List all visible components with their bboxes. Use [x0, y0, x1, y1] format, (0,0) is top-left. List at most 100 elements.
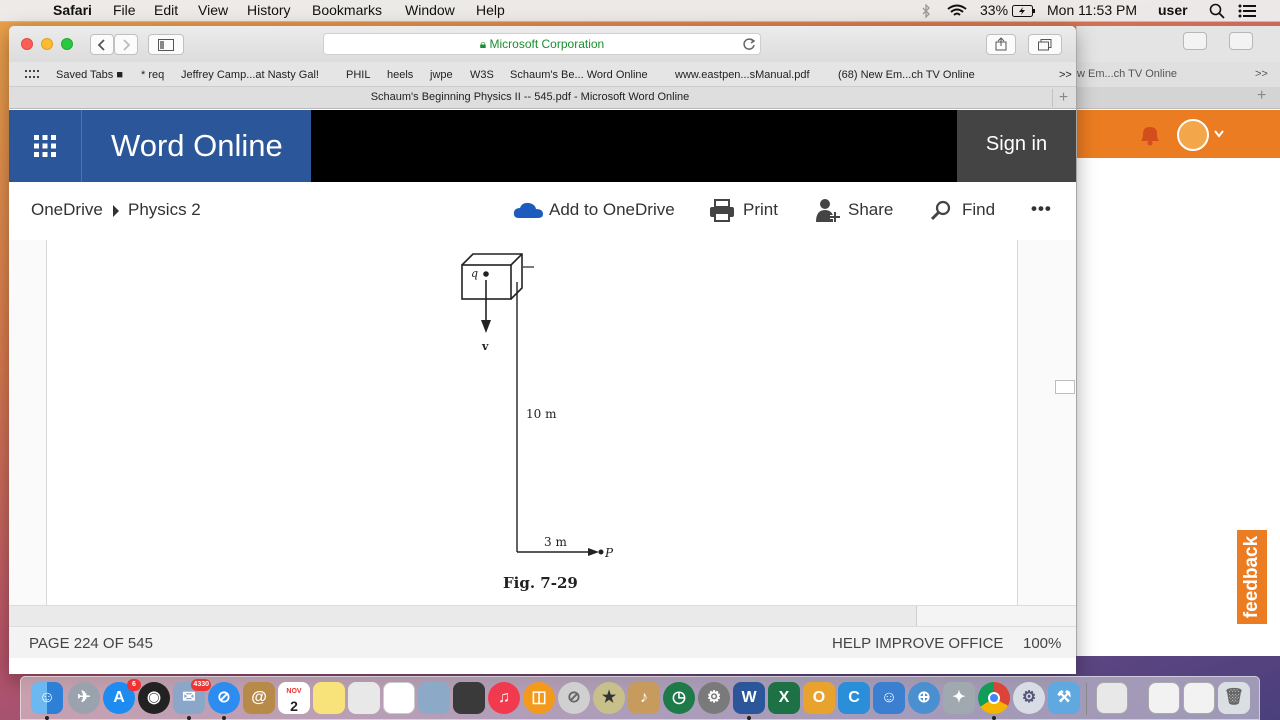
- photos-icon[interactable]: [418, 682, 450, 714]
- bookmarks-overflow[interactable]: >>: [1059, 69, 1072, 81]
- active-tab-title[interactable]: Schaum's Beginning Physics II -- 545.pdf…: [9, 91, 1051, 103]
- user-avatar[interactable]: [1177, 119, 1209, 151]
- disk-utility-icon[interactable]: ⚙︎: [1013, 682, 1045, 714]
- bookmark-item[interactable]: Jeffrey Camp...at Nasty Gal!: [181, 69, 319, 81]
- show-tabs-button[interactable]: [1028, 34, 1062, 55]
- battery-percent: 33%: [980, 2, 1009, 18]
- bg-add-tab-button[interactable]: +: [1257, 87, 1266, 105]
- app-launcher-button[interactable]: [9, 110, 81, 182]
- word-icon[interactable]: W: [733, 682, 765, 714]
- horizontal-scroll-thumb[interactable]: [9, 606, 917, 626]
- bookmark-item[interactable]: * req: [141, 69, 164, 81]
- share-page-button[interactable]: [986, 34, 1016, 55]
- menu-file[interactable]: File: [113, 2, 136, 18]
- bookmark-item[interactable]: Schaum's Be... Word Online: [510, 69, 648, 81]
- messenger-icon[interactable]: ☺︎: [873, 682, 905, 714]
- menu-bookmarks[interactable]: Bookmarks: [312, 2, 382, 18]
- bookmark-saved-tabs[interactable]: Saved Tabs ■: [56, 69, 123, 81]
- feedback-tab[interactable]: feedback: [1235, 528, 1269, 626]
- mail-icon[interactable]: ✉︎ 4330: [173, 679, 211, 714]
- wifi-icon[interactable]: [947, 4, 967, 18]
- menu-edit[interactable]: Edit: [154, 2, 178, 18]
- photo-booth-icon[interactable]: [453, 682, 485, 714]
- bg-bookmarks-overflow[interactable]: >>: [1255, 68, 1268, 80]
- xcode-icon[interactable]: ⚒︎: [1048, 682, 1080, 714]
- menu-history[interactable]: History: [247, 2, 291, 18]
- document-viewport[interactable]: q v 10 m 3 m P Fig. 7-29: [9, 240, 1076, 605]
- vertical-scroll-thumb[interactable]: [1055, 380, 1075, 394]
- command-bar: OneDrive Physics 2 Add to OneDrive Print: [9, 182, 1076, 240]
- garageband-icon[interactable]: ♪: [628, 682, 660, 714]
- launchpad-icon[interactable]: ✈︎: [68, 682, 100, 714]
- imovie-icon[interactable]: ★: [593, 682, 625, 714]
- contacts-icon[interactable]: @: [243, 682, 275, 714]
- no-access-icon[interactable]: ⊘: [558, 682, 590, 714]
- zoom-window-button[interactable]: [61, 38, 73, 50]
- app-store-icon[interactable]: A6: [103, 679, 141, 714]
- ibooks-icon[interactable]: ◫: [523, 682, 555, 714]
- menu-window[interactable]: Window: [405, 2, 455, 18]
- bluetooth-icon[interactable]: [921, 4, 931, 18]
- bookmark-item[interactable]: (68) New Em...ch TV Online: [838, 69, 975, 81]
- trash-icon[interactable]: 🗑︎: [1218, 682, 1250, 714]
- bookmark-item[interactable]: PHIL: [346, 69, 370, 81]
- sign-in-button[interactable]: Sign in: [957, 110, 1076, 182]
- menu-help[interactable]: Help: [476, 2, 505, 18]
- reload-icon[interactable]: [742, 37, 756, 51]
- bg-bookmark-item[interactable]: w Em...ch TV Online: [1077, 68, 1177, 80]
- calendar-icon[interactable]: NOV 2: [278, 682, 310, 714]
- notification-center-icon[interactable]: [1238, 4, 1256, 18]
- bookmark-item[interactable]: www.eastpen...sManual.pdf: [675, 69, 810, 81]
- breadcrumb-onedrive[interactable]: OneDrive: [31, 200, 103, 220]
- dock-window-thumbnail[interactable]: [1096, 682, 1128, 714]
- forward-button[interactable]: [114, 34, 138, 55]
- time-machine-icon[interactable]: ◷: [663, 682, 695, 714]
- menu-app-safari[interactable]: Safari: [53, 2, 92, 18]
- bookmark-item[interactable]: W3S: [470, 69, 494, 81]
- address-bar[interactable]: 🔒︎ Microsoft Corporation: [323, 33, 761, 55]
- top-sites-grid-icon[interactable]: [25, 70, 39, 79]
- word-online-brand[interactable]: Word Online: [81, 110, 311, 182]
- finder-icon[interactable]: ☺︎: [31, 682, 63, 714]
- bookmark-item[interactable]: jwpe: [430, 69, 453, 81]
- network-icon[interactable]: ⊕: [908, 682, 940, 714]
- dock-window-thumbnail[interactable]: [1148, 682, 1180, 714]
- bg-tabs-button[interactable]: [1229, 32, 1253, 50]
- menu-clock[interactable]: Mon 11:53 PM: [1047, 2, 1137, 18]
- notes-icon[interactable]: [313, 682, 345, 714]
- outlook-icon[interactable]: O: [803, 682, 835, 714]
- system-preferences-icon[interactable]: ⚙︎: [698, 682, 730, 714]
- preview-icon[interactable]: [348, 682, 380, 714]
- safari-icon[interactable]: ⊘: [208, 682, 240, 714]
- zoom-level[interactable]: 100%: [1023, 635, 1061, 652]
- velocity-arrow: [481, 320, 491, 333]
- horizontal-scrollbar[interactable]: [9, 605, 1076, 626]
- bookmark-item[interactable]: heels: [387, 69, 413, 81]
- more-options-button[interactable]: •••: [1031, 199, 1052, 219]
- breadcrumb-physics-2[interactable]: Physics 2: [128, 200, 201, 220]
- onedrive-cloud-icon: [513, 202, 543, 218]
- itunes-icon[interactable]: ♫: [488, 682, 520, 714]
- connect-icon[interactable]: C: [838, 682, 870, 714]
- battery-icon[interactable]: [1012, 5, 1036, 17]
- help-improve-office-link[interactable]: HELP IMPROVE OFFICE: [832, 635, 1003, 652]
- spotlight-icon[interactable]: [1209, 3, 1225, 19]
- chevron-down-icon[interactable]: [1214, 130, 1224, 138]
- notification-bell-icon[interactable]: [1137, 123, 1163, 147]
- new-tab-button[interactable]: +: [1052, 89, 1074, 107]
- satellite-icon[interactable]: ✦: [943, 682, 975, 714]
- back-button[interactable]: [90, 34, 114, 55]
- dock-window-thumbnail[interactable]: [1183, 682, 1215, 714]
- close-window-button[interactable]: [21, 38, 33, 50]
- excel-icon[interactable]: X: [768, 682, 800, 714]
- charge-label: q: [471, 267, 478, 280]
- bg-share-button[interactable]: [1183, 32, 1207, 50]
- menu-view[interactable]: View: [198, 2, 228, 18]
- dashboard-icon[interactable]: ◉: [138, 682, 170, 714]
- menu-user[interactable]: user: [1158, 2, 1188, 18]
- chrome-icon[interactable]: [978, 682, 1010, 714]
- breadcrumb-chevron-icon: [113, 205, 119, 217]
- reminders-icon[interactable]: [383, 682, 415, 714]
- minimize-window-button[interactable]: [41, 38, 53, 50]
- sidebar-button[interactable]: [148, 34, 184, 55]
